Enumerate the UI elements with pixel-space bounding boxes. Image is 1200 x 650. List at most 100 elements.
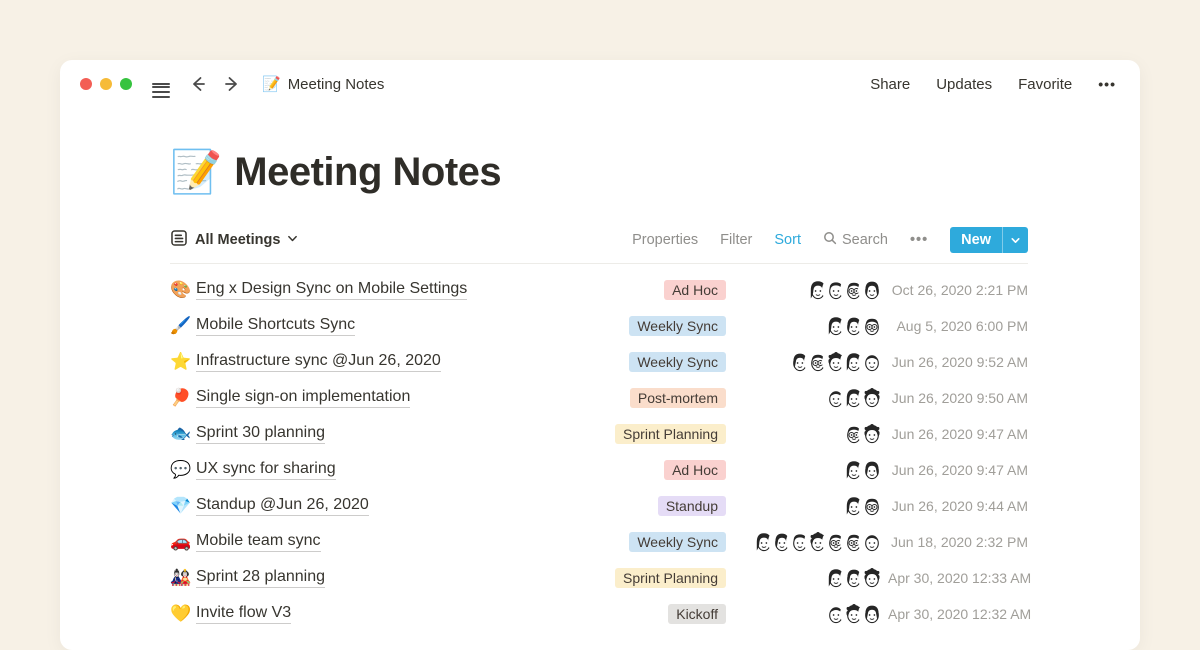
toolbar-more-icon[interactable]: ••• <box>910 232 928 248</box>
meeting-type-tag: Sprint Planning <box>615 424 726 444</box>
meeting-type-tag: Weekly Sync <box>629 532 726 552</box>
meeting-type-tag: Weekly Sync <box>629 316 726 336</box>
memo-emoji-icon: 📝 <box>262 75 281 93</box>
table-row[interactable]: 💎Standup @Jun 26, 2020 Standup Jun 26, 202… <box>170 488 1028 524</box>
meeting-type-tag: Ad Hoc <box>664 460 726 480</box>
page-title-link[interactable]: Mobile team sync <box>196 532 321 552</box>
view-name: All Meetings <box>195 232 280 248</box>
attendee-avatar <box>860 314 884 338</box>
meeting-type-tag: Standup <box>658 496 726 516</box>
last-edited-time: Jun 26, 2020 9:50 AM <box>888 390 1028 406</box>
window-titlebar: 📝 Meeting Notes Share Updates Favorite •… <box>60 60 1140 108</box>
attendee-avatar <box>860 530 884 554</box>
page-emoji-icon: ⭐ <box>170 352 196 372</box>
table-row[interactable]: 🎨Eng x Design Sync on Mobile Settings Ad … <box>170 272 1028 308</box>
search-label: Search <box>842 232 888 248</box>
attendee-avatar-group <box>736 386 888 410</box>
meeting-type-tag: Sprint Planning <box>615 568 726 588</box>
database-toolbar: All Meetings Properties Filter Sort Sear… <box>170 227 1028 264</box>
attendee-avatar <box>860 422 884 446</box>
last-edited-time: Jun 26, 2020 9:52 AM <box>888 354 1028 370</box>
view-switcher[interactable]: All Meetings <box>170 229 298 252</box>
last-edited-time: Apr 30, 2020 12:33 AM <box>888 570 1028 586</box>
list-view-icon <box>170 229 188 252</box>
table-row[interactable]: 🖌️Mobile Shortcuts Sync Weekly Sync Aug 5,… <box>170 308 1028 344</box>
meeting-type-tag: Ad Hoc <box>664 280 726 300</box>
filter-button[interactable]: Filter <box>720 232 752 248</box>
page-title[interactable]: Meeting Notes <box>234 150 501 195</box>
page-title-link[interactable]: Sprint 30 planning <box>196 424 325 444</box>
table-row[interactable]: 💛Invite flow V3KickoffApr 30, 2020 12:32… <box>170 596 1028 632</box>
last-edited-time: Jun 26, 2020 9:44 AM <box>888 498 1028 514</box>
breadcrumb-doc-title[interactable]: Meeting Notes <box>288 76 385 93</box>
attendee-avatar-group <box>736 494 888 518</box>
page-emoji-icon: 🎨 <box>170 280 196 300</box>
updates-button[interactable]: Updates <box>936 76 992 93</box>
attendee-avatar <box>860 278 884 302</box>
page-title-link[interactable]: Infrastructure sync @Jun 26, 2020 <box>196 352 441 372</box>
attendee-avatar-group <box>736 566 888 590</box>
page-emoji-icon: 💎 <box>170 496 196 516</box>
last-edited-time: Oct 26, 2020 2:21 PM <box>888 282 1028 298</box>
meeting-type-tag: Post-mortem <box>630 388 726 408</box>
page-emoji-icon: 🏓 <box>170 388 196 408</box>
attendee-avatar-group <box>736 278 888 302</box>
last-edited-time: Jun 26, 2020 9:47 AM <box>888 426 1028 442</box>
last-edited-time: Jun 26, 2020 9:47 AM <box>888 462 1028 478</box>
share-button[interactable]: Share <box>870 76 910 93</box>
page-title-link[interactable]: UX sync for sharing <box>196 460 336 480</box>
sidebar-menu-icon[interactable] <box>150 78 172 90</box>
attendee-avatar <box>860 494 884 518</box>
page-title-link[interactable]: Single sign-on implementation <box>196 388 410 408</box>
attendee-avatar-group <box>736 530 888 554</box>
page-emoji-icon: 💛 <box>170 604 196 624</box>
page-title-link[interactable]: Mobile Shortcuts Sync <box>196 316 355 336</box>
more-options-icon[interactable]: ••• <box>1098 76 1116 92</box>
attendee-avatar <box>860 602 884 626</box>
page-title-link[interactable]: Invite flow V3 <box>196 604 291 624</box>
zoom-window-button[interactable] <box>120 78 132 90</box>
properties-button[interactable]: Properties <box>632 232 698 248</box>
new-chevron-down-icon[interactable] <box>1003 227 1028 253</box>
forward-arrow-icon[interactable] <box>220 72 244 96</box>
new-button[interactable]: New <box>950 227 1002 253</box>
page-emoji-icon: 🚗 <box>170 532 196 552</box>
page-emoji-icon: 🐟 <box>170 424 196 444</box>
last-edited-time: Aug 5, 2020 6:00 PM <box>888 318 1028 334</box>
meeting-list: 🎨Eng x Design Sync on Mobile Settings Ad … <box>170 272 1028 632</box>
minimize-window-button[interactable] <box>100 78 112 90</box>
attendee-avatar-group <box>736 602 888 626</box>
page-header: 📝 Meeting Notes <box>170 148 1028 197</box>
page-memo-emoji-icon[interactable]: 📝 <box>170 148 222 197</box>
attendee-avatar <box>860 350 884 374</box>
close-window-button[interactable] <box>80 78 92 90</box>
attendee-avatar-group <box>736 458 888 482</box>
favorite-button[interactable]: Favorite <box>1018 76 1072 93</box>
page-title-link[interactable]: Sprint 28 planning <box>196 568 325 588</box>
table-row[interactable]: 🏓Single sign-on implementation Post-morte… <box>170 380 1028 416</box>
table-row[interactable]: 🚗Mobile team syncWeekly SyncJun 18, 2020… <box>170 524 1028 560</box>
attendee-avatar <box>860 386 884 410</box>
meeting-type-tag: Kickoff <box>668 604 726 624</box>
notion-window: 📝 Meeting Notes Share Updates Favorite •… <box>60 60 1140 650</box>
back-arrow-icon[interactable] <box>186 72 210 96</box>
attendee-avatar-group <box>736 422 888 446</box>
attendee-avatar-group <box>736 314 888 338</box>
traffic-lights <box>80 78 132 90</box>
page-emoji-icon: 🖌️ <box>170 316 196 336</box>
new-button-group: New <box>950 227 1028 253</box>
meeting-type-tag: Weekly Sync <box>629 352 726 372</box>
attendee-avatar <box>860 458 884 482</box>
page-emoji-icon: 🎎 <box>170 568 196 588</box>
page-title-link[interactable]: Standup @Jun 26, 2020 <box>196 496 369 516</box>
sort-button[interactable]: Sort <box>774 232 801 248</box>
table-row[interactable]: 🎎Sprint 28 planning Sprint Planning Apr 30… <box>170 560 1028 596</box>
attendee-avatar-group <box>736 350 888 374</box>
table-row[interactable]: ⭐Infrastructure sync @Jun 26, 2020 Weekly… <box>170 344 1028 380</box>
search-button[interactable]: Search <box>823 231 888 249</box>
search-icon <box>823 231 837 249</box>
table-row[interactable]: 💬UX sync for sharing Ad Hoc Jun 26, 2020 9… <box>170 452 1028 488</box>
table-row[interactable]: 🐟Sprint 30 planning Sprint Planning Jun 26… <box>170 416 1028 452</box>
page-title-link[interactable]: Eng x Design Sync on Mobile Settings <box>196 280 467 300</box>
page-emoji-icon: 💬 <box>170 460 196 480</box>
